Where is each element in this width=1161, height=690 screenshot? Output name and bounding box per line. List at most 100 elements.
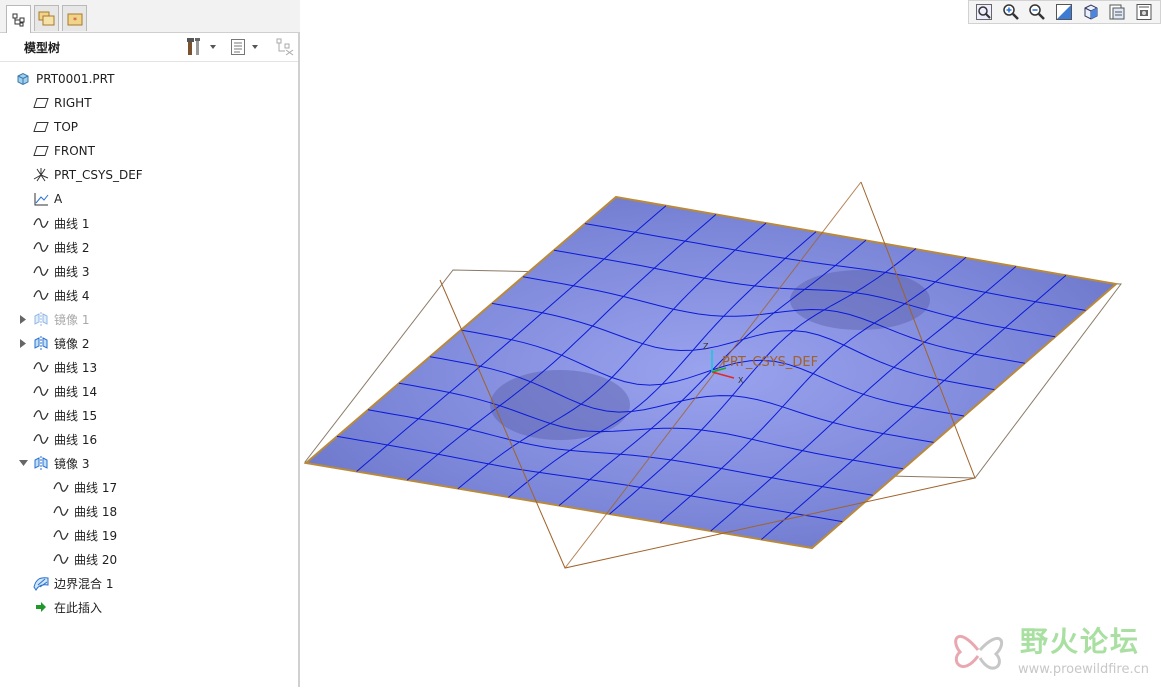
tree-item[interactable]: 镜像 3 [32,452,89,474]
tree-item-label: 曲线 14 [54,384,98,399]
tree-show-button[interactable] [230,37,258,57]
tree-item[interactable]: 曲线 1 [32,212,89,234]
boundary-blend-surface[interactable] [303,195,1119,550]
tree-item[interactable]: RIGHT [32,92,92,114]
tree-item[interactable]: 曲线 2 [32,236,89,258]
insert-here-arrow-icon [32,599,50,615]
tree-item[interactable]: 曲线 13 [32,356,97,378]
graphics-viewport[interactable]: Z X PRT_CSYS_DEF [302,24,1161,687]
zoom-out-icon [1029,4,1046,20]
zoom-out-button[interactable] [1026,2,1048,22]
tree-filter-button[interactable] [276,37,294,57]
tree-item-label: 曲线 2 [54,240,90,255]
boundary-blend-icon [32,575,50,591]
surface-dip-shadow [790,270,930,330]
zoom-in-icon [1002,4,1019,20]
chevron-right-icon [20,338,26,348]
tree-item-label: A [54,192,63,206]
tree-item[interactable]: 镜像 2 [32,332,89,354]
tree-item-label: 曲线 13 [54,360,98,375]
tree-item[interactable]: 曲线 20 [52,548,117,570]
curve-icon [32,287,50,303]
navigator-tab-strip: * [0,0,300,33]
tree-item-label: 曲线 17 [74,480,118,495]
folder-browser-icon [38,11,54,25]
curve-icon [32,239,50,255]
mirror-icon [32,455,50,471]
csys-label: PRT_CSYS_DEF [722,355,818,370]
mirror-icon [32,335,50,351]
refit-button[interactable] [973,2,995,22]
tree-expander[interactable] [18,314,28,324]
tree-item[interactable]: PRT0001.PRT [14,68,114,90]
chevron-right-icon [20,314,26,324]
csys-axis-z-label: Z [703,342,709,351]
tree-item[interactable]: A [32,188,62,210]
watermark-url: www.proewildfire.cn [1018,662,1149,677]
curve-icon [52,479,70,495]
zoom-in-button[interactable] [1000,2,1022,22]
tree-item[interactable]: PRT_CSYS_DEF [32,164,143,186]
tree-item[interactable]: 曲线 4 [32,284,89,306]
datum-plane-icon [32,143,50,159]
tree-item-label: 曲线 18 [74,504,118,519]
tree-item[interactable]: 曲线 19 [52,524,117,546]
chevron-down-icon [18,460,28,466]
repaint-button[interactable] [1053,2,1075,22]
view-manager-button[interactable] [1133,2,1155,22]
curve-icon [32,383,50,399]
tree-item[interactable]: 镜像 1 [32,308,89,330]
watermark-title: 野火论坛 [1020,625,1141,658]
tree-item-label: RIGHT [54,96,92,110]
favorites-folder-icon: * [67,13,82,25]
tree-item[interactable]: TOP [32,116,78,138]
csys-axis-x-label: X [738,376,744,385]
tree-item[interactable]: FRONT [32,140,95,162]
tree-item-label: 曲线 1 [54,216,90,231]
datum-plane-icon [32,95,50,111]
tree-item[interactable]: 在此插入 [32,596,102,618]
list-settings-icon [231,39,245,55]
tree-item[interactable]: 曲线 17 [52,476,117,498]
tree-item[interactable]: 曲线 15 [32,404,97,426]
mirror-icon [32,311,50,327]
model-tree-tab[interactable] [6,5,31,33]
tree-filter-icon [276,38,294,56]
view-manager-icon [1136,4,1152,20]
tree-item-label: 曲线 16 [54,432,98,447]
refit-icon [975,4,992,20]
tree-item-label: 曲线 20 [74,552,118,567]
tree-expander[interactable] [18,338,28,348]
curve-icon [32,431,50,447]
tree-item-label: 曲线 4 [54,288,90,303]
tree-item[interactable]: 边界混合 1 [32,572,113,594]
folder-browser-tab[interactable] [34,5,59,31]
tree-item-label: 曲线 19 [74,528,118,543]
favorites-tab[interactable]: * [62,5,87,31]
sketch-icon [32,191,50,207]
tree-item-label: 曲线 15 [54,408,98,423]
tree-item[interactable]: 曲线 3 [32,260,89,282]
tree-item-label: 边界混合 1 [54,576,114,591]
tree-item-label: PRT0001.PRT [36,72,115,86]
curve-icon [52,503,70,519]
view-toolbar [968,0,1161,24]
curve-icon [32,407,50,423]
model-tree-title: 模型树 [24,41,61,55]
tree-item[interactable]: 曲线 16 [32,428,97,450]
saved-orientations-button[interactable] [1107,2,1129,22]
csys-icon [32,167,50,183]
display-style-button[interactable] [1080,2,1102,22]
tree-settings-button[interactable] [186,37,216,57]
3d-scene[interactable]: Z X PRT_CSYS_DEF [302,24,1161,687]
tree-item[interactable]: 曲线 14 [32,380,97,402]
display-style-icon [1084,4,1098,20]
tree-item[interactable]: 曲线 18 [52,500,117,522]
butterfly-logo-icon [954,635,1003,670]
tree-item-label: 在此插入 [54,600,103,615]
tree-item-label: 曲线 3 [54,264,90,279]
datum-plane-icon [32,119,50,135]
curve-icon [32,215,50,231]
tree-expander[interactable] [18,458,28,468]
curve-icon [52,527,70,543]
